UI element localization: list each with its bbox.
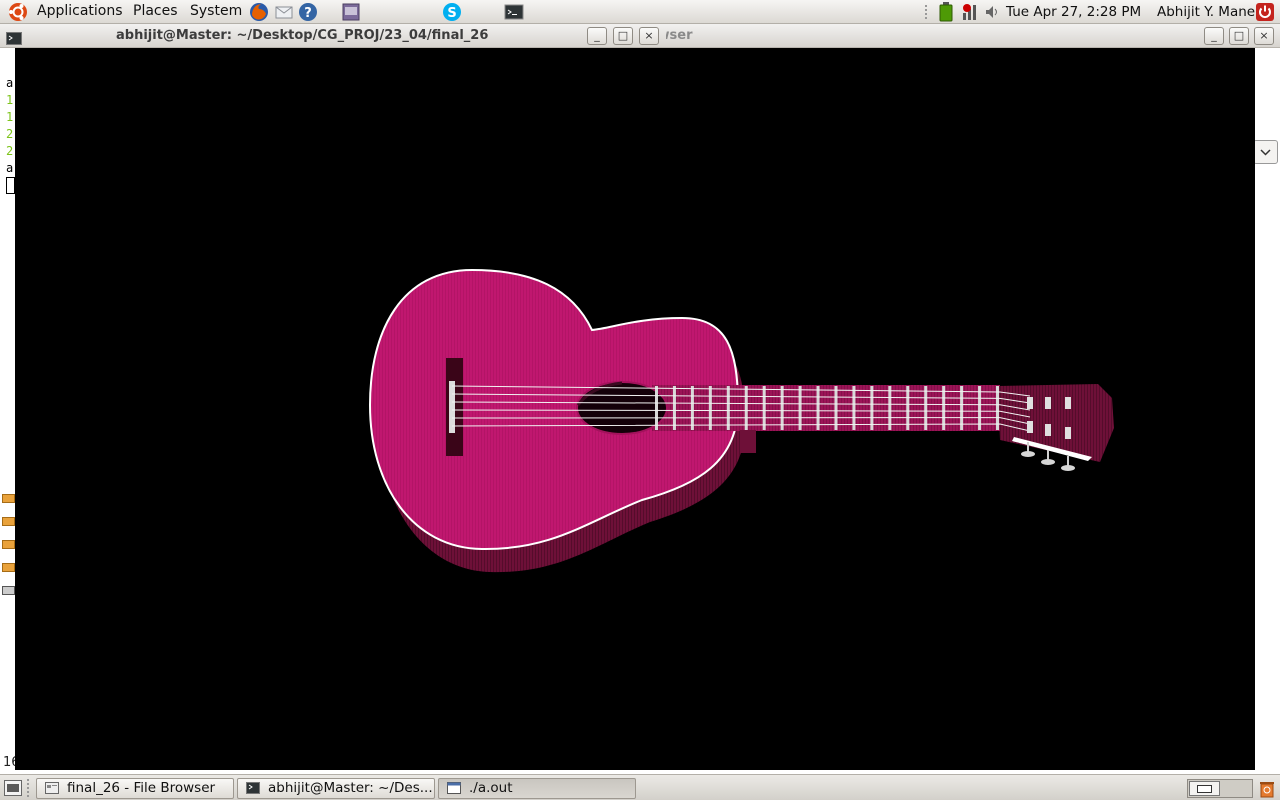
image-viewer-icon[interactable] xyxy=(341,2,361,22)
fret xyxy=(726,386,730,430)
skype-icon[interactable]: S xyxy=(442,2,462,22)
terminal-icon xyxy=(6,30,22,45)
fret xyxy=(978,386,982,430)
terminal-icon[interactable] xyxy=(504,2,524,22)
terminal-titlebar[interactable]: abhijit@Master: ~/Desktop/CG_PROJ/23_04/… xyxy=(0,24,666,48)
terminal-line: a xyxy=(6,76,14,90)
maximize-button[interactable]: □ xyxy=(613,27,633,45)
battery-icon[interactable] xyxy=(939,2,953,22)
fret xyxy=(834,386,838,430)
tuning-peg xyxy=(1027,397,1033,409)
volume-icon[interactable] xyxy=(984,3,1002,21)
guitar-neck-side xyxy=(740,430,756,453)
guitar-render xyxy=(368,268,1114,573)
taskbar-item-label: ./a.out xyxy=(469,780,513,796)
system-menu[interactable]: System xyxy=(190,3,242,19)
terminal-line: 2 xyxy=(6,144,14,158)
workspace-switcher[interactable] xyxy=(1187,779,1253,798)
file-browser-icon xyxy=(45,782,59,794)
mail-icon[interactable] xyxy=(274,2,294,22)
panel-separator xyxy=(27,779,30,797)
tuning-peg xyxy=(1065,397,1071,409)
terminal-line: 1 xyxy=(6,93,14,107)
minimize-button[interactable]: _ xyxy=(1204,27,1224,45)
fret xyxy=(744,386,748,430)
top-panel: Applications Places System ? S Tue Apr 2… xyxy=(0,0,1280,24)
gl-output-window[interactable] xyxy=(15,48,1255,770)
tuning-key xyxy=(1041,459,1055,465)
terminal-icon xyxy=(246,782,260,794)
fret xyxy=(852,386,856,430)
taskbar-item-label: final_26 - File Browser xyxy=(67,780,216,796)
fret xyxy=(708,386,712,430)
tuning-peg xyxy=(1045,424,1051,436)
panel-separator xyxy=(925,5,929,19)
tuning-peg xyxy=(1045,397,1051,409)
fret xyxy=(798,386,802,430)
fret xyxy=(888,386,892,430)
folder-icon[interactable] xyxy=(2,540,15,549)
terminal-line: a xyxy=(6,161,14,175)
folder-icon[interactable] xyxy=(2,494,15,503)
sound-hole xyxy=(576,381,668,435)
ubuntu-logo-icon[interactable] xyxy=(6,1,30,23)
chevron-down-icon[interactable] xyxy=(1253,140,1278,164)
firefox-icon[interactable] xyxy=(249,2,269,22)
close-button[interactable]: × xyxy=(1254,27,1274,45)
tuning-key xyxy=(1021,451,1035,457)
fret xyxy=(655,386,658,430)
svg-text:?: ? xyxy=(304,6,312,21)
fret xyxy=(690,386,694,430)
fret xyxy=(762,386,766,430)
minimize-button[interactable]: _ xyxy=(587,27,607,45)
terminal-cursor xyxy=(6,177,15,194)
taskbar-item-label: abhijit@Master: ~/Des... xyxy=(268,780,433,796)
terminal-title: abhijit@Master: ~/Desktop/CG_PROJ/23_04/… xyxy=(116,28,489,43)
terminal-line: 1 xyxy=(6,110,14,124)
fret xyxy=(924,386,928,430)
maximize-button[interactable]: □ xyxy=(1229,27,1249,45)
fret xyxy=(672,386,676,430)
places-menu[interactable]: Places xyxy=(133,3,178,19)
taskbar-item-terminal[interactable]: abhijit@Master: ~/Des... xyxy=(237,778,435,799)
file-icon[interactable] xyxy=(2,586,15,595)
window-icon xyxy=(447,782,461,794)
folder-list xyxy=(2,494,15,614)
help-icon[interactable]: ? xyxy=(298,2,318,22)
user-name[interactable]: Abhijit Y. Mane xyxy=(1157,4,1255,20)
fret xyxy=(996,386,999,430)
terminal-line: 2 xyxy=(6,127,14,141)
tuning-peg xyxy=(1027,421,1033,433)
folder-icon[interactable] xyxy=(2,563,15,572)
tuning-peg xyxy=(1065,427,1071,439)
tuning-key xyxy=(1061,465,1075,471)
trash-icon[interactable] xyxy=(1257,779,1277,798)
close-button[interactable]: × xyxy=(639,27,659,45)
file-browser-titlebar[interactable]: final_26 - File Browser _ □ × xyxy=(530,24,1280,48)
saddle xyxy=(449,381,455,433)
show-desktop-icon[interactable] xyxy=(4,780,22,796)
taskbar-item-aout[interactable]: ./a.out xyxy=(438,778,636,799)
fret xyxy=(960,386,964,430)
workspace-1[interactable] xyxy=(1189,781,1220,796)
bottom-panel: final_26 - File Browser abhijit@Master: … xyxy=(0,774,1280,800)
clock[interactable]: Tue Apr 27, 2:28 PM xyxy=(1006,4,1141,20)
fret xyxy=(816,386,820,430)
fret xyxy=(942,386,946,430)
fret xyxy=(780,386,784,430)
fret xyxy=(906,386,910,430)
taskbar-item-file-browser[interactable]: final_26 - File Browser xyxy=(36,778,234,799)
folder-icon[interactable] xyxy=(2,517,15,526)
power-icon[interactable] xyxy=(1256,3,1274,21)
network-icon[interactable] xyxy=(961,2,981,22)
fret xyxy=(870,386,874,430)
svg-text:S: S xyxy=(447,6,456,21)
applications-menu[interactable]: Applications xyxy=(37,3,123,19)
